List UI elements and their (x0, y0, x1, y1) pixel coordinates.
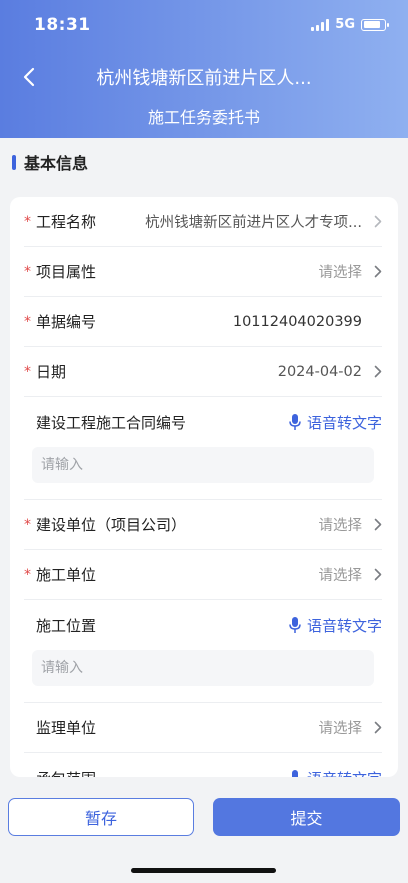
field-project-attr[interactable]: * 项目属性 请选择 (24, 247, 382, 297)
section-title-text: 基本信息 (24, 154, 89, 173)
required-mark: * (24, 566, 31, 583)
battery-icon (361, 18, 389, 31)
field-value: 10112404020399 (232, 313, 362, 330)
field-construct-unit[interactable]: * 施工单位 请选择 (24, 550, 382, 600)
field-date[interactable]: * 日期 2024-04-02 (24, 347, 382, 397)
field-supervise-unit[interactable]: 监理单位 请选择 (24, 703, 382, 753)
chevron-right-icon (374, 215, 382, 228)
microphone-icon (289, 617, 301, 633)
field-value: 2024-04-02 (277, 363, 362, 380)
field-placeholder: 请选择 (318, 518, 363, 534)
status-bar: 18:31 5G (0, 0, 408, 52)
voice-to-text-button[interactable]: 语音转文字 (289, 768, 382, 778)
chevron-left-icon (23, 67, 35, 87)
field-label: 建设工程施工合同编号 (36, 413, 187, 432)
status-indicators: 5G (311, 17, 389, 32)
field-label: 施工单位 (36, 566, 97, 584)
voice-to-text-button[interactable]: 语音转文字 (289, 615, 382, 636)
field-build-unit[interactable]: * 建设单位（项目公司） 请选择 (24, 500, 382, 550)
field-label: 项目属性 (36, 263, 97, 281)
field-label: 承包范围 (36, 768, 96, 778)
page-title: 杭州钱塘新区前进片区人... (96, 68, 312, 89)
voice-to-text-label: 语音转文字 (307, 768, 382, 778)
field-project-name[interactable]: * 工程名称 杭州钱塘新区前进片区人才专项... (24, 197, 382, 247)
home-indicator[interactable] (131, 868, 276, 873)
field-contract-scope: 承包范围 语音转文字 (24, 753, 382, 777)
field-label: 建设单位（项目公司） (36, 516, 187, 534)
field-label: 监理单位 (36, 719, 97, 737)
field-label: 日期 (36, 363, 67, 381)
field-label: 施工位置 (36, 616, 97, 635)
field-label: 工程名称 (36, 213, 97, 231)
voice-to-text-label: 语音转文字 (306, 413, 382, 432)
network-type: 5G (335, 17, 355, 32)
field-contract-no: 建设工程施工合同编号 语音转文字 (24, 397, 382, 500)
status-time: 18:31 (34, 15, 91, 35)
field-doc-no: * 单据编号 10112404020399 (24, 297, 382, 347)
section-title: 基本信息 (12, 150, 88, 174)
footer-bar: 暂存 提交 (0, 778, 408, 883)
field-placeholder: 请选择 (318, 568, 363, 584)
field-placeholder: 请选择 (318, 265, 363, 281)
signal-icon (311, 18, 330, 31)
construct-location-input[interactable] (32, 650, 374, 686)
chevron-right-icon (374, 721, 382, 734)
battery-level (363, 21, 380, 28)
form-card: * 工程名称 杭州钱塘新区前进片区人才专项... * 项目属性 请选择 * 单据编号 … (10, 197, 398, 777)
header: 18:31 5G 杭州钱塘新区前进片区人... 施工任务委托书 (0, 0, 408, 138)
required-mark: * (24, 263, 31, 280)
chevron-right-icon (374, 568, 382, 581)
back-button[interactable] (14, 62, 44, 92)
required-mark: * (24, 363, 31, 380)
chevron-right-icon (374, 265, 382, 278)
voice-to-text-button[interactable]: 语音转文字 (289, 412, 382, 433)
save-draft-button[interactable]: 暂存 (8, 798, 194, 836)
required-mark: * (24, 516, 31, 533)
microphone-icon (289, 414, 301, 430)
required-mark: * (24, 213, 31, 230)
field-value: 杭州钱塘新区前进片区人才专项... (145, 215, 362, 231)
page-subtitle: 施工任务委托书 (147, 108, 260, 127)
submit-button[interactable]: 提交 (213, 798, 400, 836)
microphone-icon (291, 770, 298, 777)
section-accent-bar (12, 154, 16, 170)
contract-no-input[interactable] (32, 447, 374, 483)
field-label: 单据编号 (36, 313, 97, 331)
required-mark: * (24, 313, 31, 330)
chevron-right-icon (374, 365, 382, 378)
voice-to-text-label: 语音转文字 (306, 616, 382, 635)
chevron-right-icon (374, 518, 382, 531)
field-placeholder: 请选择 (318, 721, 363, 737)
field-construct-location: 施工位置 语音转文字 (24, 600, 382, 703)
